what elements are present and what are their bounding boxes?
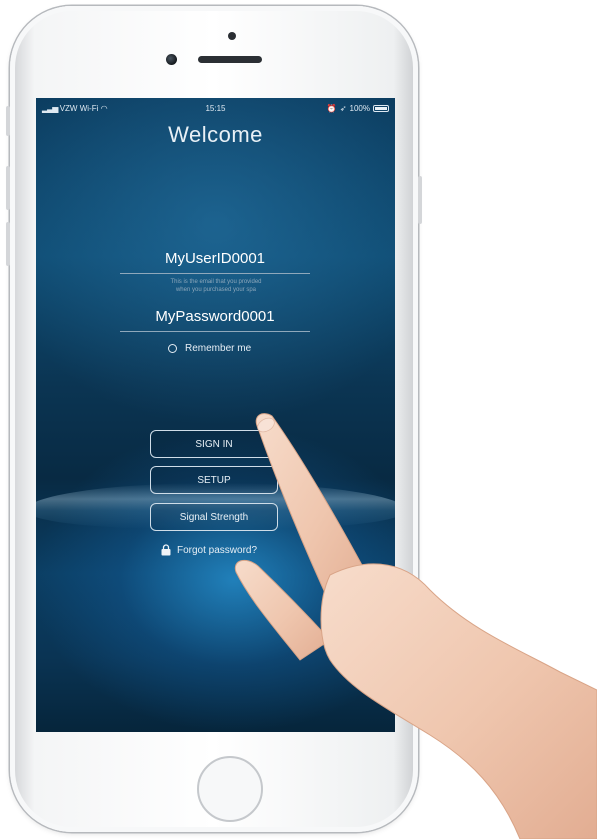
palm-and-wrist — [320, 563, 597, 839]
hand-illustration — [234, 413, 597, 839]
thumb — [234, 559, 331, 661]
